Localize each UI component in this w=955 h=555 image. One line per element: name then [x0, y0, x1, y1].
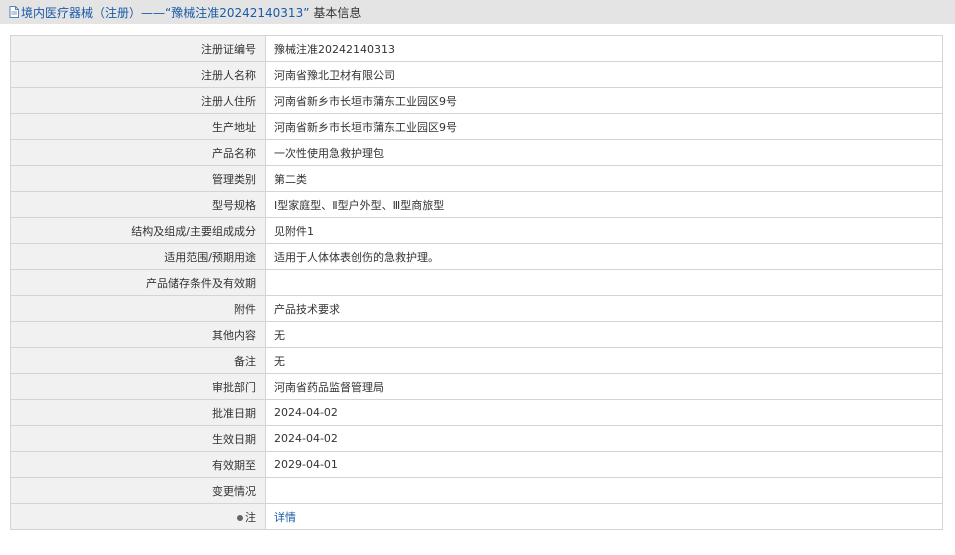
row-value: 河南省豫北卫材有限公司 — [265, 61, 943, 88]
row-value: 豫械注准20242140313 — [265, 35, 943, 62]
row-label: 型号规格 — [10, 191, 266, 218]
table-row: 生效日期 2024-04-02 — [10, 425, 943, 452]
note-label-cell: 注 — [10, 503, 266, 530]
table-row: 产品储存条件及有效期 — [10, 269, 943, 296]
row-label: 变更情况 — [10, 477, 266, 504]
row-label: 注册人住所 — [10, 87, 266, 114]
row-label: 生产地址 — [10, 113, 266, 140]
table-row: 附件 产品技术要求 — [10, 295, 943, 322]
table-row: 注册人名称 河南省豫北卫材有限公司 — [10, 61, 943, 88]
page-header: 境内医疗器械（注册）——“豫械注准20242140313” 基本信息 — [0, 0, 955, 24]
document-icon — [9, 6, 19, 18]
row-label: 注册人名称 — [10, 61, 266, 88]
row-value: 2029-04-01 — [265, 451, 943, 478]
note-label: 注 — [245, 510, 256, 524]
table-row: 生产地址 河南省新乡市长垣市蒲东工业园区9号 — [10, 113, 943, 140]
row-value: 2024-04-02 — [265, 425, 943, 452]
note-row: 注 详情 — [10, 503, 943, 530]
row-label: 审批部门 — [10, 373, 266, 400]
table-row: 产品名称 一次性使用急救护理包 — [10, 139, 943, 166]
table-row: 其他内容 无 — [10, 321, 943, 348]
page-title: 境内医疗器械（注册）——“豫械注准20242140313” — [21, 5, 310, 20]
row-value: 无 — [265, 321, 943, 348]
info-table: 注册证编号 豫械注准20242140313 注册人名称 河南省豫北卫材有限公司 … — [10, 35, 943, 530]
row-value: 适用于人体体表创伤的急救护理。 — [265, 243, 943, 270]
row-value: 河南省新乡市长垣市蒲东工业园区9号 — [265, 87, 943, 114]
row-value: 产品技术要求 — [265, 295, 943, 322]
row-label: 生效日期 — [10, 425, 266, 452]
row-label: 备注 — [10, 347, 266, 374]
row-label: 注册证编号 — [10, 35, 266, 62]
details-link[interactable]: 详情 — [274, 511, 296, 524]
row-label: 其他内容 — [10, 321, 266, 348]
table-row: 型号规格 Ⅰ型家庭型、Ⅱ型户外型、Ⅲ型商旅型 — [10, 191, 943, 218]
table-row: 备注 无 — [10, 347, 943, 374]
row-label: 附件 — [10, 295, 266, 322]
table-row: 注册人住所 河南省新乡市长垣市蒲东工业园区9号 — [10, 87, 943, 114]
table-row: 有效期至 2029-04-01 — [10, 451, 943, 478]
row-label: 产品储存条件及有效期 — [10, 269, 266, 296]
row-label: 产品名称 — [10, 139, 266, 166]
row-label: 适用范围/预期用途 — [10, 243, 266, 270]
table-row: 适用范围/预期用途 适用于人体体表创伤的急救护理。 — [10, 243, 943, 270]
table-row: 批准日期 2024-04-02 — [10, 399, 943, 426]
row-value: 河南省药品监督管理局 — [265, 373, 943, 400]
table-row: 结构及组成/主要组成成分 见附件1 — [10, 217, 943, 244]
row-value: Ⅰ型家庭型、Ⅱ型户外型、Ⅲ型商旅型 — [265, 191, 943, 218]
table-row: 管理类别 第二类 — [10, 165, 943, 192]
row-value: 河南省新乡市长垣市蒲东工业园区9号 — [265, 113, 943, 140]
row-value — [265, 269, 943, 296]
row-label: 有效期至 — [10, 451, 266, 478]
row-value: 第二类 — [265, 165, 943, 192]
table-row: 变更情况 — [10, 477, 943, 504]
note-value-cell: 详情 — [265, 503, 943, 530]
row-value: 无 — [265, 347, 943, 374]
page-title-suffix: 基本信息 — [313, 5, 362, 20]
row-value: 一次性使用急救护理包 — [265, 139, 943, 166]
table-row: 审批部门 河南省药品监督管理局 — [10, 373, 943, 400]
bulb-icon — [237, 514, 243, 521]
row-label: 批准日期 — [10, 399, 266, 426]
row-label: 结构及组成/主要组成成分 — [10, 217, 266, 244]
row-value: 见附件1 — [265, 217, 943, 244]
row-value: 2024-04-02 — [265, 399, 943, 426]
row-value — [265, 477, 943, 504]
table-row: 注册证编号 豫械注准20242140313 — [10, 35, 943, 62]
row-label: 管理类别 — [10, 165, 266, 192]
